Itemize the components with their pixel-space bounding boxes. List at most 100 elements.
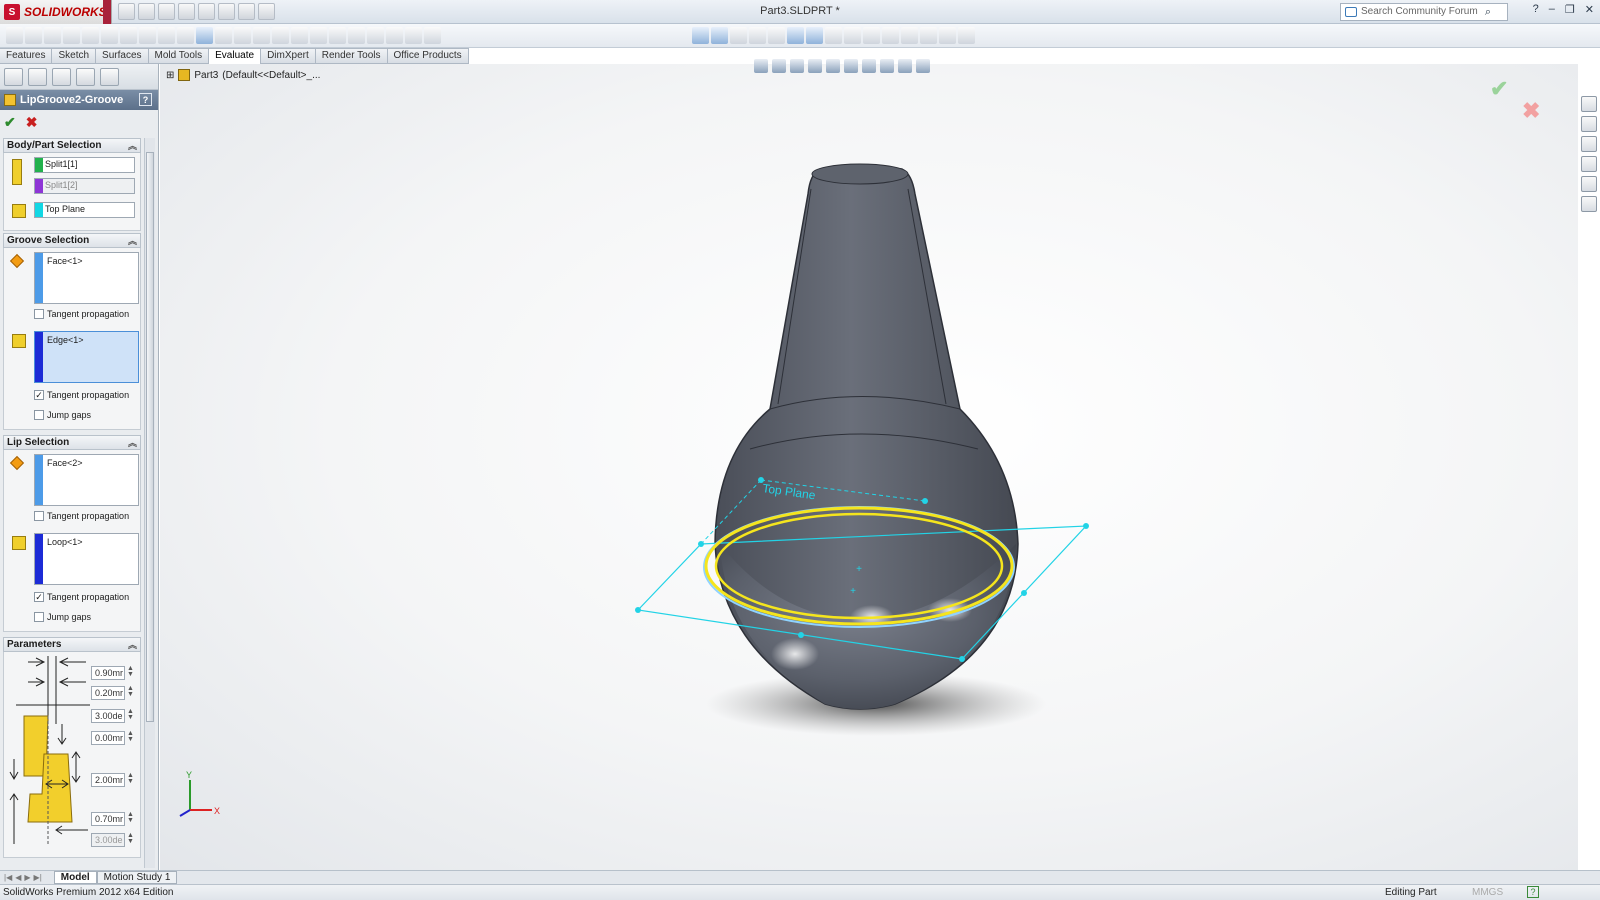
lip-clearance-field[interactable]: 0.20mr xyxy=(91,686,125,700)
reload-icon[interactable] xyxy=(424,27,441,44)
quick-tips-icon[interactable]: ? xyxy=(1527,886,1539,898)
lip-loop-list[interactable]: Loop<1> xyxy=(34,533,139,585)
tab-render-tools[interactable]: Render Tools xyxy=(315,48,388,64)
simulation-icon[interactable] xyxy=(329,27,346,44)
apply-scene-icon[interactable] xyxy=(844,27,861,44)
statistics-icon[interactable] xyxy=(82,27,99,44)
groove-height-spinner[interactable]: ▲ ▼ xyxy=(127,772,134,785)
hide-show-items-icon[interactable] xyxy=(862,59,876,73)
displaymanager-tab-icon[interactable] xyxy=(100,68,119,86)
confirmation-cancel-icon[interactable]: ✖ xyxy=(1522,98,1540,124)
restore-button[interactable]: ❐ xyxy=(1565,3,1575,16)
appearances-scenes-icon[interactable] xyxy=(1581,176,1597,192)
groove-edge-list[interactable]: Edge<1> xyxy=(34,331,139,383)
cancel-button[interactable]: ✖ xyxy=(26,114,38,132)
curvature-icon[interactable] xyxy=(196,27,213,44)
tab-surfaces[interactable]: Surfaces xyxy=(96,48,149,64)
zoom-area-icon[interactable] xyxy=(711,27,728,44)
display-style-icon[interactable] xyxy=(787,27,804,44)
groove-selection-header[interactable]: Groove Selection ︽ xyxy=(3,233,141,248)
collapse-icon[interactable]: ︽ xyxy=(128,139,137,152)
lip-face-list[interactable]: Face<2> xyxy=(34,454,139,506)
view-orientation-icon[interactable] xyxy=(826,59,840,73)
search-community-input[interactable]: Search Community Forum ⌕ xyxy=(1340,3,1508,21)
body-part-selection-header[interactable]: Body/Part Selection ︽ xyxy=(3,138,141,153)
last-tab-icon[interactable]: ▶| xyxy=(34,873,42,882)
propertymanager-tab-icon[interactable] xyxy=(28,68,47,86)
lip-draft-angle-spinner[interactable]: ▲ ▼ xyxy=(127,708,134,721)
lip-width-field[interactable]: 0.90mr xyxy=(91,666,125,680)
tab-dimxpert[interactable]: DimXpert xyxy=(261,48,316,64)
tab-evaluate[interactable]: Evaluate xyxy=(209,48,262,64)
rendering-icon[interactable] xyxy=(882,27,899,44)
symmetry-check-icon[interactable] xyxy=(291,27,308,44)
tab-mold-tools[interactable]: Mold Tools xyxy=(148,48,210,64)
collapse-icon[interactable]: ︽ xyxy=(128,436,137,449)
graphics-area[interactable]: ⊞ Part3 (Default<<Default>_... Top Plane… xyxy=(160,59,1578,870)
geometry-analysis-icon[interactable] xyxy=(120,27,137,44)
lip-width-spinner[interactable]: ▲ ▼ xyxy=(127,665,134,678)
hand-icon[interactable] xyxy=(901,27,918,44)
display-style-icon[interactable] xyxy=(844,59,858,73)
lip-face-tangent-checkbox[interactable]: Tangent propagation xyxy=(34,511,129,521)
part-model[interactable]: Top Plane + + X Y xyxy=(160,64,1578,870)
minimize-button[interactable]: – xyxy=(1549,3,1555,16)
close-button[interactable]: ✕ xyxy=(1585,3,1594,16)
tab-sketch[interactable]: Sketch xyxy=(52,48,97,64)
lip-draft-angle-field[interactable]: 3.00de xyxy=(91,709,125,723)
zoom-to-fit-icon[interactable] xyxy=(754,59,768,73)
unit-system-selector[interactable]: MMGS xyxy=(1472,887,1503,898)
groove-width-field[interactable]: 0.70mr xyxy=(91,812,125,826)
edit-appearance-icon[interactable] xyxy=(880,59,894,73)
tab-features[interactable]: Features xyxy=(0,48,53,64)
check-icon[interactable] xyxy=(101,27,118,44)
first-tab-icon[interactable]: |◀ xyxy=(4,873,12,882)
groove-face-tangent-checkbox[interactable]: Tangent propagation xyxy=(34,309,129,319)
dimxpertmanager-tab-icon[interactable] xyxy=(76,68,95,86)
feature-help-icon[interactable]: ? xyxy=(139,93,152,106)
groove-jump-gaps-checkbox[interactable]: Jump gaps xyxy=(34,410,91,420)
tile-vertical-icon[interactable] xyxy=(939,27,956,44)
section-view-icon[interactable] xyxy=(749,27,766,44)
search-icon[interactable]: ⌕ xyxy=(1485,6,1491,19)
draft-analysis-icon[interactable] xyxy=(215,27,232,44)
tab-model[interactable]: Model xyxy=(53,871,97,884)
zebra-stripes-icon[interactable] xyxy=(177,27,194,44)
confirmation-ok-icon[interactable]: ✔ xyxy=(1490,76,1508,102)
parting-line-icon[interactable] xyxy=(253,27,270,44)
costing-icon[interactable] xyxy=(348,27,365,44)
compare-icon[interactable] xyxy=(310,27,327,44)
prev-tab-icon[interactable]: ◀ xyxy=(15,873,21,882)
groove-draft-angle-spinner[interactable]: ▲ ▼ xyxy=(127,832,134,845)
direction-plane-field[interactable]: Top Plane xyxy=(34,202,135,218)
design-check-icon[interactable] xyxy=(386,27,403,44)
scrollbar-thumb[interactable] xyxy=(146,152,154,722)
custom-properties-icon[interactable] xyxy=(1581,196,1597,212)
hide-show-items-icon[interactable] xyxy=(806,27,823,44)
body-field-1[interactable]: Split1[1] xyxy=(34,157,135,173)
body-field-2[interactable]: Split1[2] xyxy=(34,178,135,194)
previous-view-icon[interactable] xyxy=(790,59,804,73)
import-diagnostics-icon[interactable] xyxy=(139,27,156,44)
undercut-icon[interactable] xyxy=(234,27,251,44)
file-explorer-icon[interactable] xyxy=(1581,136,1597,152)
view-orientation-icon[interactable] xyxy=(768,27,785,44)
groove-draft-angle-field[interactable]: 3.00de xyxy=(91,833,125,847)
zoom-to-area-icon[interactable] xyxy=(772,59,786,73)
flow-icon[interactable] xyxy=(405,27,422,44)
thickness-icon[interactable] xyxy=(272,27,289,44)
view-palette-icon[interactable] xyxy=(1581,156,1597,172)
lip-clearance-spinner[interactable]: ▲ ▼ xyxy=(127,685,134,698)
section-view-icon[interactable] xyxy=(808,59,822,73)
design-library-icon[interactable] xyxy=(1581,116,1597,132)
collapse-icon[interactable]: ︽ xyxy=(128,638,137,651)
lip-jump-gaps-checkbox[interactable]: Jump gaps xyxy=(34,612,91,622)
sensor-icon[interactable] xyxy=(63,27,80,44)
new-window-icon[interactable] xyxy=(958,27,975,44)
groove-width-spinner[interactable]: ▲ ▼ xyxy=(127,811,134,824)
lip-offset-spinner[interactable]: ▲ ▼ xyxy=(127,730,134,743)
next-tab-icon[interactable]: ▶ xyxy=(24,873,30,882)
help-icon[interactable]: ? xyxy=(1533,3,1539,16)
view-settings-icon[interactable] xyxy=(916,59,930,73)
sustainability-icon[interactable] xyxy=(367,27,384,44)
